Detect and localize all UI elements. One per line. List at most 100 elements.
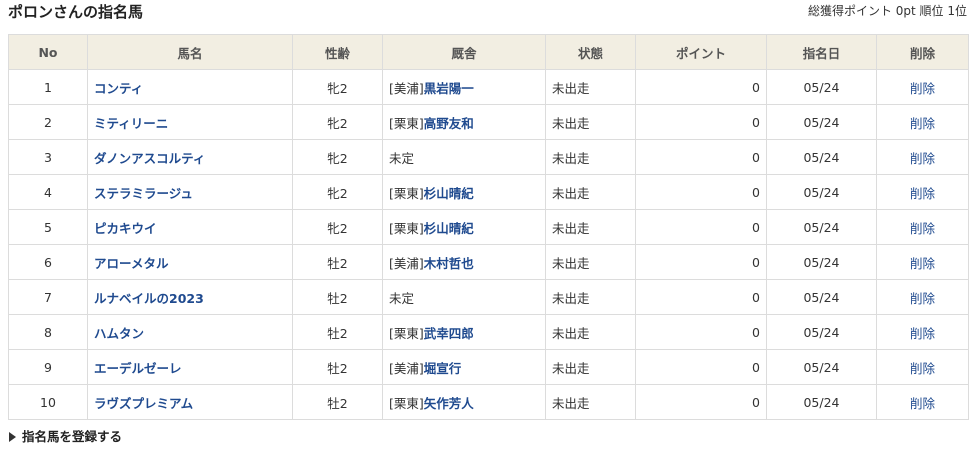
stable-region: [栗東] [389, 395, 424, 411]
delete-link[interactable]: 削除 [910, 326, 935, 341]
points: 0 [635, 349, 767, 385]
row-number: 4 [8, 174, 88, 210]
table-row: 8 ハムタン 牡2 [栗東]武幸四郎 未出走 0 05/24 削除 [8, 314, 969, 350]
horse-name-link[interactable]: ラヴズプレミアム [94, 396, 193, 411]
row-number: 2 [8, 104, 88, 140]
trainer-link[interactable]: 堀宣行 [424, 361, 462, 376]
delete-cell: 削除 [876, 244, 969, 280]
table-row: 9 エーデルゼーレ 牡2 [美浦]堀宣行 未出走 0 05/24 削除 [8, 349, 969, 385]
points-rank-summary: 総獲得ポイント 0pt 順位 1位 [807, 4, 967, 18]
stable-undecided: 未定 [389, 290, 415, 306]
register-horse-link[interactable]: 指名馬を登録する [9, 429, 122, 445]
table-header: No 馬名 性齢 厩舎 状態 ポイント 指名日 削除 [8, 34, 969, 70]
trainer-link[interactable]: 黒岩陽一 [424, 81, 474, 96]
delete-cell: 削除 [876, 279, 969, 315]
horse-name-cell: ラヴズプレミアム [87, 384, 293, 420]
trainer-link[interactable]: 矢作芳人 [424, 396, 474, 411]
nominated-horses-table: No 馬名 性齢 厩舎 状態 ポイント 指名日 削除 1 コンティ 牝2 [美浦]黒岩… [8, 34, 969, 420]
stable-region: [栗東] [389, 185, 424, 201]
row-number: 6 [8, 244, 88, 280]
horse-name-cell: エーデルゼーレ [87, 349, 293, 385]
sex-age: 牡2 [292, 349, 383, 385]
trainer-link[interactable]: 杉山晴紀 [424, 221, 474, 236]
points: 0 [635, 174, 767, 210]
page-title: ポロンさんの指名馬 [8, 3, 144, 21]
stable-undecided: 未定 [389, 150, 415, 166]
race-status: 未出走 [545, 314, 636, 350]
trainer-link[interactable]: 杉山晴紀 [424, 186, 474, 201]
race-status: 未出走 [545, 139, 636, 175]
delete-link[interactable]: 削除 [910, 256, 935, 271]
horse-name-link[interactable]: コンティ [94, 81, 143, 96]
horse-name-cell: ピカキウイ [87, 209, 293, 245]
horse-name-link[interactable]: ダノンアスコルティ [94, 151, 205, 166]
delete-link[interactable]: 削除 [910, 361, 935, 376]
sex-age: 牝2 [292, 104, 383, 140]
horse-name-cell: ダノンアスコルティ [87, 139, 293, 175]
stable-cell: [栗東]杉山晴紀 [382, 174, 546, 210]
trainer-link[interactable]: 木村哲也 [424, 256, 474, 271]
delete-link[interactable]: 削除 [910, 116, 935, 131]
points: 0 [635, 209, 767, 245]
column-header-sex-age: 性齢 [292, 34, 383, 70]
table-row: 5 ピカキウイ 牝2 [栗東]杉山晴紀 未出走 0 05/24 削除 [8, 209, 969, 245]
horse-name-link[interactable]: ピカキウイ [94, 221, 157, 236]
horse-name-link[interactable]: エーデルゼーレ [94, 361, 182, 376]
stable-cell: [栗東]武幸四郎 [382, 314, 546, 350]
stable-cell: [栗東]杉山晴紀 [382, 209, 546, 245]
delete-cell: 削除 [876, 174, 969, 210]
delete-cell: 削除 [876, 349, 969, 385]
nomination-date: 05/24 [766, 104, 877, 140]
race-status: 未出走 [545, 384, 636, 420]
nomination-date: 05/24 [766, 279, 877, 315]
horse-name-cell: アローメタル [87, 244, 293, 280]
race-status: 未出走 [545, 174, 636, 210]
delete-link[interactable]: 削除 [910, 291, 935, 306]
stable-cell: [美浦]堀宣行 [382, 349, 546, 385]
page-header: ポロンさんの指名馬 総獲得ポイント 0pt 順位 1位 [0, 0, 975, 34]
row-number: 8 [8, 314, 88, 350]
points: 0 [635, 384, 767, 420]
points: 0 [635, 104, 767, 140]
horse-name-link[interactable]: ハムタン [94, 326, 144, 341]
stable-region: [美浦] [389, 255, 424, 271]
horse-name-link[interactable]: ミティリーニ [94, 116, 168, 131]
delete-link[interactable]: 削除 [910, 221, 935, 236]
trainer-link[interactable]: 高野友和 [424, 116, 474, 131]
nomination-date: 05/24 [766, 69, 877, 105]
horse-name-cell: ステラミラージュ [87, 174, 293, 210]
column-header-status: 状態 [545, 34, 636, 70]
table-header-row: No 馬名 性齢 厩舎 状態 ポイント 指名日 削除 [8, 34, 969, 70]
horse-name-link[interactable]: ステラミラージュ [94, 186, 193, 201]
delete-cell: 削除 [876, 69, 969, 105]
points: 0 [635, 279, 767, 315]
nomination-date: 05/24 [766, 244, 877, 280]
race-status: 未出走 [545, 349, 636, 385]
column-header-horse-name: 馬名 [87, 34, 293, 70]
delete-link[interactable]: 削除 [910, 81, 935, 96]
delete-cell: 削除 [876, 314, 969, 350]
stable-cell: 未定 [382, 279, 546, 315]
sex-age: 牡2 [292, 384, 383, 420]
trainer-link[interactable]: 武幸四郎 [424, 326, 474, 341]
sex-age: 牡2 [292, 279, 383, 315]
row-number: 3 [8, 139, 88, 175]
horse-name-link[interactable]: ルナベイルの2023 [94, 291, 204, 306]
race-status: 未出走 [545, 244, 636, 280]
delete-link[interactable]: 削除 [910, 151, 935, 166]
triangle-right-icon [9, 432, 16, 442]
horse-name-link[interactable]: アローメタル [94, 256, 169, 271]
stable-cell: [美浦]木村哲也 [382, 244, 546, 280]
delete-link[interactable]: 削除 [910, 186, 935, 201]
row-number: 10 [8, 384, 88, 420]
stable-cell: [栗東]矢作芳人 [382, 384, 546, 420]
column-header-points: ポイント [635, 34, 767, 70]
column-header-stable: 厩舎 [382, 34, 546, 70]
sex-age: 牡2 [292, 314, 383, 350]
stable-region: [栗東] [389, 220, 424, 236]
stable-region: [美浦] [389, 80, 424, 96]
race-status: 未出走 [545, 69, 636, 105]
register-horse-label: 指名馬を登録する [22, 429, 123, 444]
delete-link[interactable]: 削除 [910, 396, 935, 411]
race-status: 未出走 [545, 279, 636, 315]
